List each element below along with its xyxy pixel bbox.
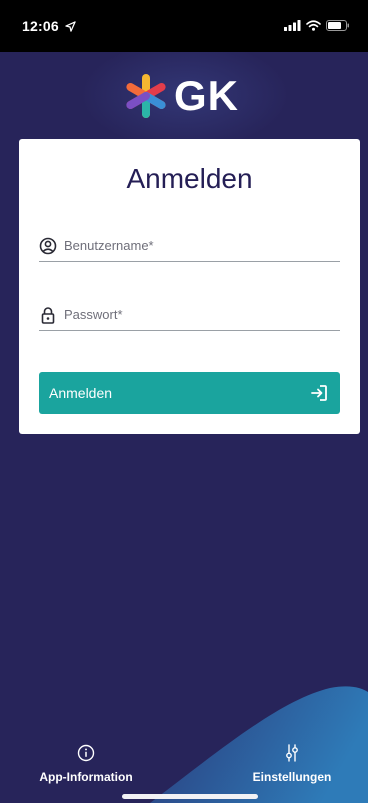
- logo-star-icon: [126, 74, 166, 118]
- lock-icon: [41, 307, 55, 324]
- username-field[interactable]: [39, 233, 340, 262]
- sliders-icon: [286, 744, 298, 762]
- status-time: 12:06: [22, 18, 76, 34]
- settings-button[interactable]: Einstellungen: [234, 744, 350, 784]
- login-card: Anmelden Anmelden: [19, 139, 360, 434]
- password-field[interactable]: [39, 302, 340, 331]
- user-circle-icon: [39, 237, 57, 255]
- app-information-label: App-Information: [39, 770, 133, 784]
- decorative-wave: [150, 686, 368, 803]
- page-title: Anmelden: [126, 163, 253, 194]
- logo-text: GK: [174, 72, 239, 119]
- login-screen: 12:06 GK Anmelden Benutzername* Anmelden…: [0, 0, 368, 803]
- info-icon: [77, 744, 95, 762]
- location-arrow-icon: [65, 21, 76, 32]
- gk-logo: GK: [124, 70, 254, 122]
- battery-icon: [326, 20, 349, 31]
- app-information-button[interactable]: App-Information: [28, 744, 144, 784]
- status-bar: 12:06: [0, 0, 368, 52]
- username-input[interactable]: [64, 235, 334, 255]
- home-indicator[interactable]: [122, 794, 258, 799]
- wifi-icon: [306, 20, 321, 31]
- status-time-text: 12:06: [22, 18, 59, 34]
- login-button-label: Anmelden: [49, 385, 113, 401]
- status-icons: [284, 20, 350, 31]
- login-button[interactable]: Anmelden: [39, 372, 340, 414]
- settings-label: Einstellungen: [252, 770, 332, 784]
- cellular-signal-icon: [284, 20, 301, 31]
- login-icon: [311, 385, 327, 401]
- password-input[interactable]: [64, 304, 334, 324]
